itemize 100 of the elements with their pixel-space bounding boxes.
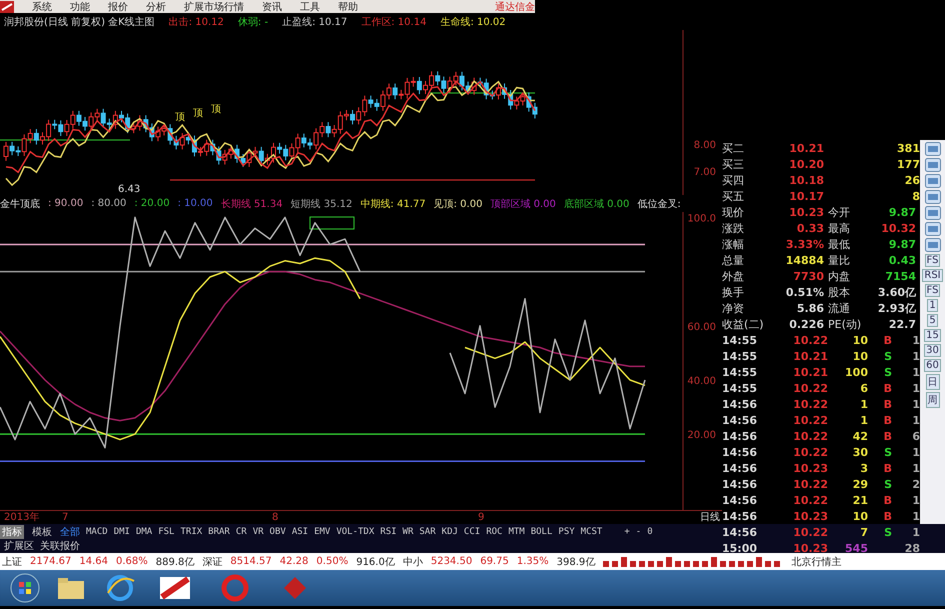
app-logo-icon: [0, 0, 14, 12]
indicator-tab[interactable]: BOLL: [530, 526, 552, 536]
field-label: 最低: [828, 236, 851, 252]
index-change: 42.28: [280, 556, 308, 567]
zoom-button[interactable]: +: [624, 526, 630, 536]
indicator-tab[interactable]: ASI: [292, 526, 308, 536]
indicator-tab[interactable]: TRIX: [180, 526, 202, 536]
menu-item[interactable]: 系统: [32, 0, 52, 14]
field-value: 0.51%: [784, 286, 825, 298]
market-link[interactable]: 北京行情主: [791, 554, 842, 568]
tick-price: 10.22: [792, 382, 828, 394]
menu-item[interactable]: 工具: [300, 0, 320, 14]
tick-count: 1: [911, 382, 920, 394]
tick-volume: 7: [859, 526, 868, 538]
indicator-value: 顶部区域 0.00: [490, 198, 556, 210]
toolbar-icon[interactable]: [924, 174, 940, 188]
tick-price: 10.22: [792, 446, 828, 458]
toolbar-button[interactable]: 1: [927, 299, 938, 312]
toolbar-button[interactable]: RSI: [922, 269, 943, 282]
field-value: 9.87: [888, 238, 917, 250]
indicator-value: : 90.00: [48, 198, 84, 209]
tick-price: 10.22: [792, 334, 828, 346]
indicator-tab[interactable]: CR: [236, 526, 247, 536]
chart-info: 止盈线: 10.17: [282, 16, 348, 28]
indicator-tab[interactable]: MACD: [86, 526, 108, 536]
date-label: 7: [62, 512, 68, 523]
trade-side: S: [883, 446, 892, 458]
tick-volume: 10: [852, 350, 868, 362]
index-percent: 0.50%: [316, 556, 348, 567]
chart-info: 润邦股份(日线 前复权) 金K线主图: [4, 16, 155, 28]
panel-tab[interactable]: 指标: [0, 524, 24, 538]
indicator-tab[interactable]: PSY: [558, 526, 575, 536]
indicator-value: 短期线 35.12: [290, 198, 352, 210]
field-value: 0.43: [888, 254, 917, 266]
start-button[interactable]: [10, 573, 40, 603]
indicator-tab[interactable]: ROC: [486, 526, 502, 536]
toolbar-button[interactable]: 周: [926, 392, 940, 408]
toolbar-button[interactable]: FS: [924, 284, 940, 297]
indicator-tab[interactable]: VOL-TDX: [336, 526, 374, 536]
toolbar-icon[interactable]: [924, 158, 940, 172]
indicator-tab[interactable]: WR: [402, 526, 414, 536]
menu-item[interactable]: 功能: [70, 0, 90, 14]
field-label: PE(动): [828, 316, 862, 332]
chart-info: 休弱: -: [238, 16, 268, 28]
indicator-tab[interactable]: DMA: [136, 526, 152, 536]
menu-item[interactable]: 帮助: [338, 0, 358, 14]
tick-volume: 1: [859, 398, 868, 410]
indicator-tab[interactable]: KDJ: [442, 526, 458, 536]
panel-tab[interactable]: 扩展区: [4, 539, 34, 553]
field-label: 量比: [828, 252, 851, 268]
toolbar-button[interactable]: 日: [926, 374, 940, 390]
indicator-tab[interactable]: OBV: [270, 526, 286, 536]
menu-item[interactable]: 分析: [146, 0, 166, 14]
toolbar-icon[interactable]: [924, 238, 940, 252]
toolbar-button[interactable]: 15: [924, 329, 941, 342]
indicator-tab[interactable]: VR: [252, 526, 264, 536]
toolbar-icon[interactable]: [924, 190, 940, 204]
tick-time: 14:56: [722, 414, 758, 426]
bid-price: 10.20: [788, 158, 825, 170]
menu-item[interactable]: 报价: [108, 0, 128, 14]
indicator-tab[interactable]: MCST: [580, 526, 602, 536]
field-value: 7730: [792, 270, 825, 282]
zoom-button[interactable]: -: [636, 526, 642, 536]
panel-tab[interactable]: 模板: [30, 524, 54, 538]
indicator-tab[interactable]: SAR: [419, 526, 436, 536]
toolbar-icon[interactable]: [924, 222, 940, 236]
indicator-tab[interactable]: MTM: [508, 526, 525, 536]
trade-side: B: [882, 430, 892, 442]
indicator-tab[interactable]: CCI: [464, 526, 480, 536]
field-label: 总量: [722, 252, 745, 268]
toolbar-button[interactable]: FS: [924, 254, 940, 267]
indicator-value: : 10.00: [178, 198, 213, 209]
menu-item[interactable]: 资讯: [262, 0, 282, 14]
toolbar-icon[interactable]: [924, 206, 940, 220]
indicator-tab[interactable]: EMV: [314, 526, 330, 536]
menu-item[interactable]: 扩展市场行情: [184, 0, 244, 14]
toolbar-button[interactable]: 30: [924, 344, 941, 357]
indicator-value: 长期线 51.34: [220, 198, 283, 210]
field-label: 净资: [722, 300, 745, 316]
toolbar-icon[interactable]: [924, 142, 940, 156]
indicator-tab[interactable]: DMI: [114, 526, 130, 536]
tick-count: 1: [911, 462, 920, 474]
tick-count: 1: [911, 526, 920, 538]
field-value: 0.33: [796, 222, 825, 234]
field-value: 10.23: [788, 206, 825, 218]
field-value: 22.7: [888, 318, 917, 330]
field-label: 涨幅: [722, 236, 745, 252]
indicator-tab[interactable]: FSL: [158, 526, 174, 536]
toolbar-button[interactable]: 60: [924, 359, 941, 372]
zoom-button[interactable]: 0: [647, 526, 653, 536]
chart-mark: 顶: [211, 104, 221, 115]
tick-count: 1: [911, 494, 920, 506]
indicator-tab[interactable]: RSI: [380, 526, 397, 536]
indicator-tab[interactable]: BRAR: [208, 526, 230, 536]
brand-name: 通达信金: [495, 0, 535, 14]
tick-price: 10.23: [792, 510, 828, 522]
indicator-tab[interactable]: 全部: [60, 524, 80, 538]
toolbar-button[interactable]: 5: [927, 314, 938, 327]
panel-tab[interactable]: 关联报价: [40, 539, 80, 553]
field-label: 股本: [828, 284, 851, 300]
